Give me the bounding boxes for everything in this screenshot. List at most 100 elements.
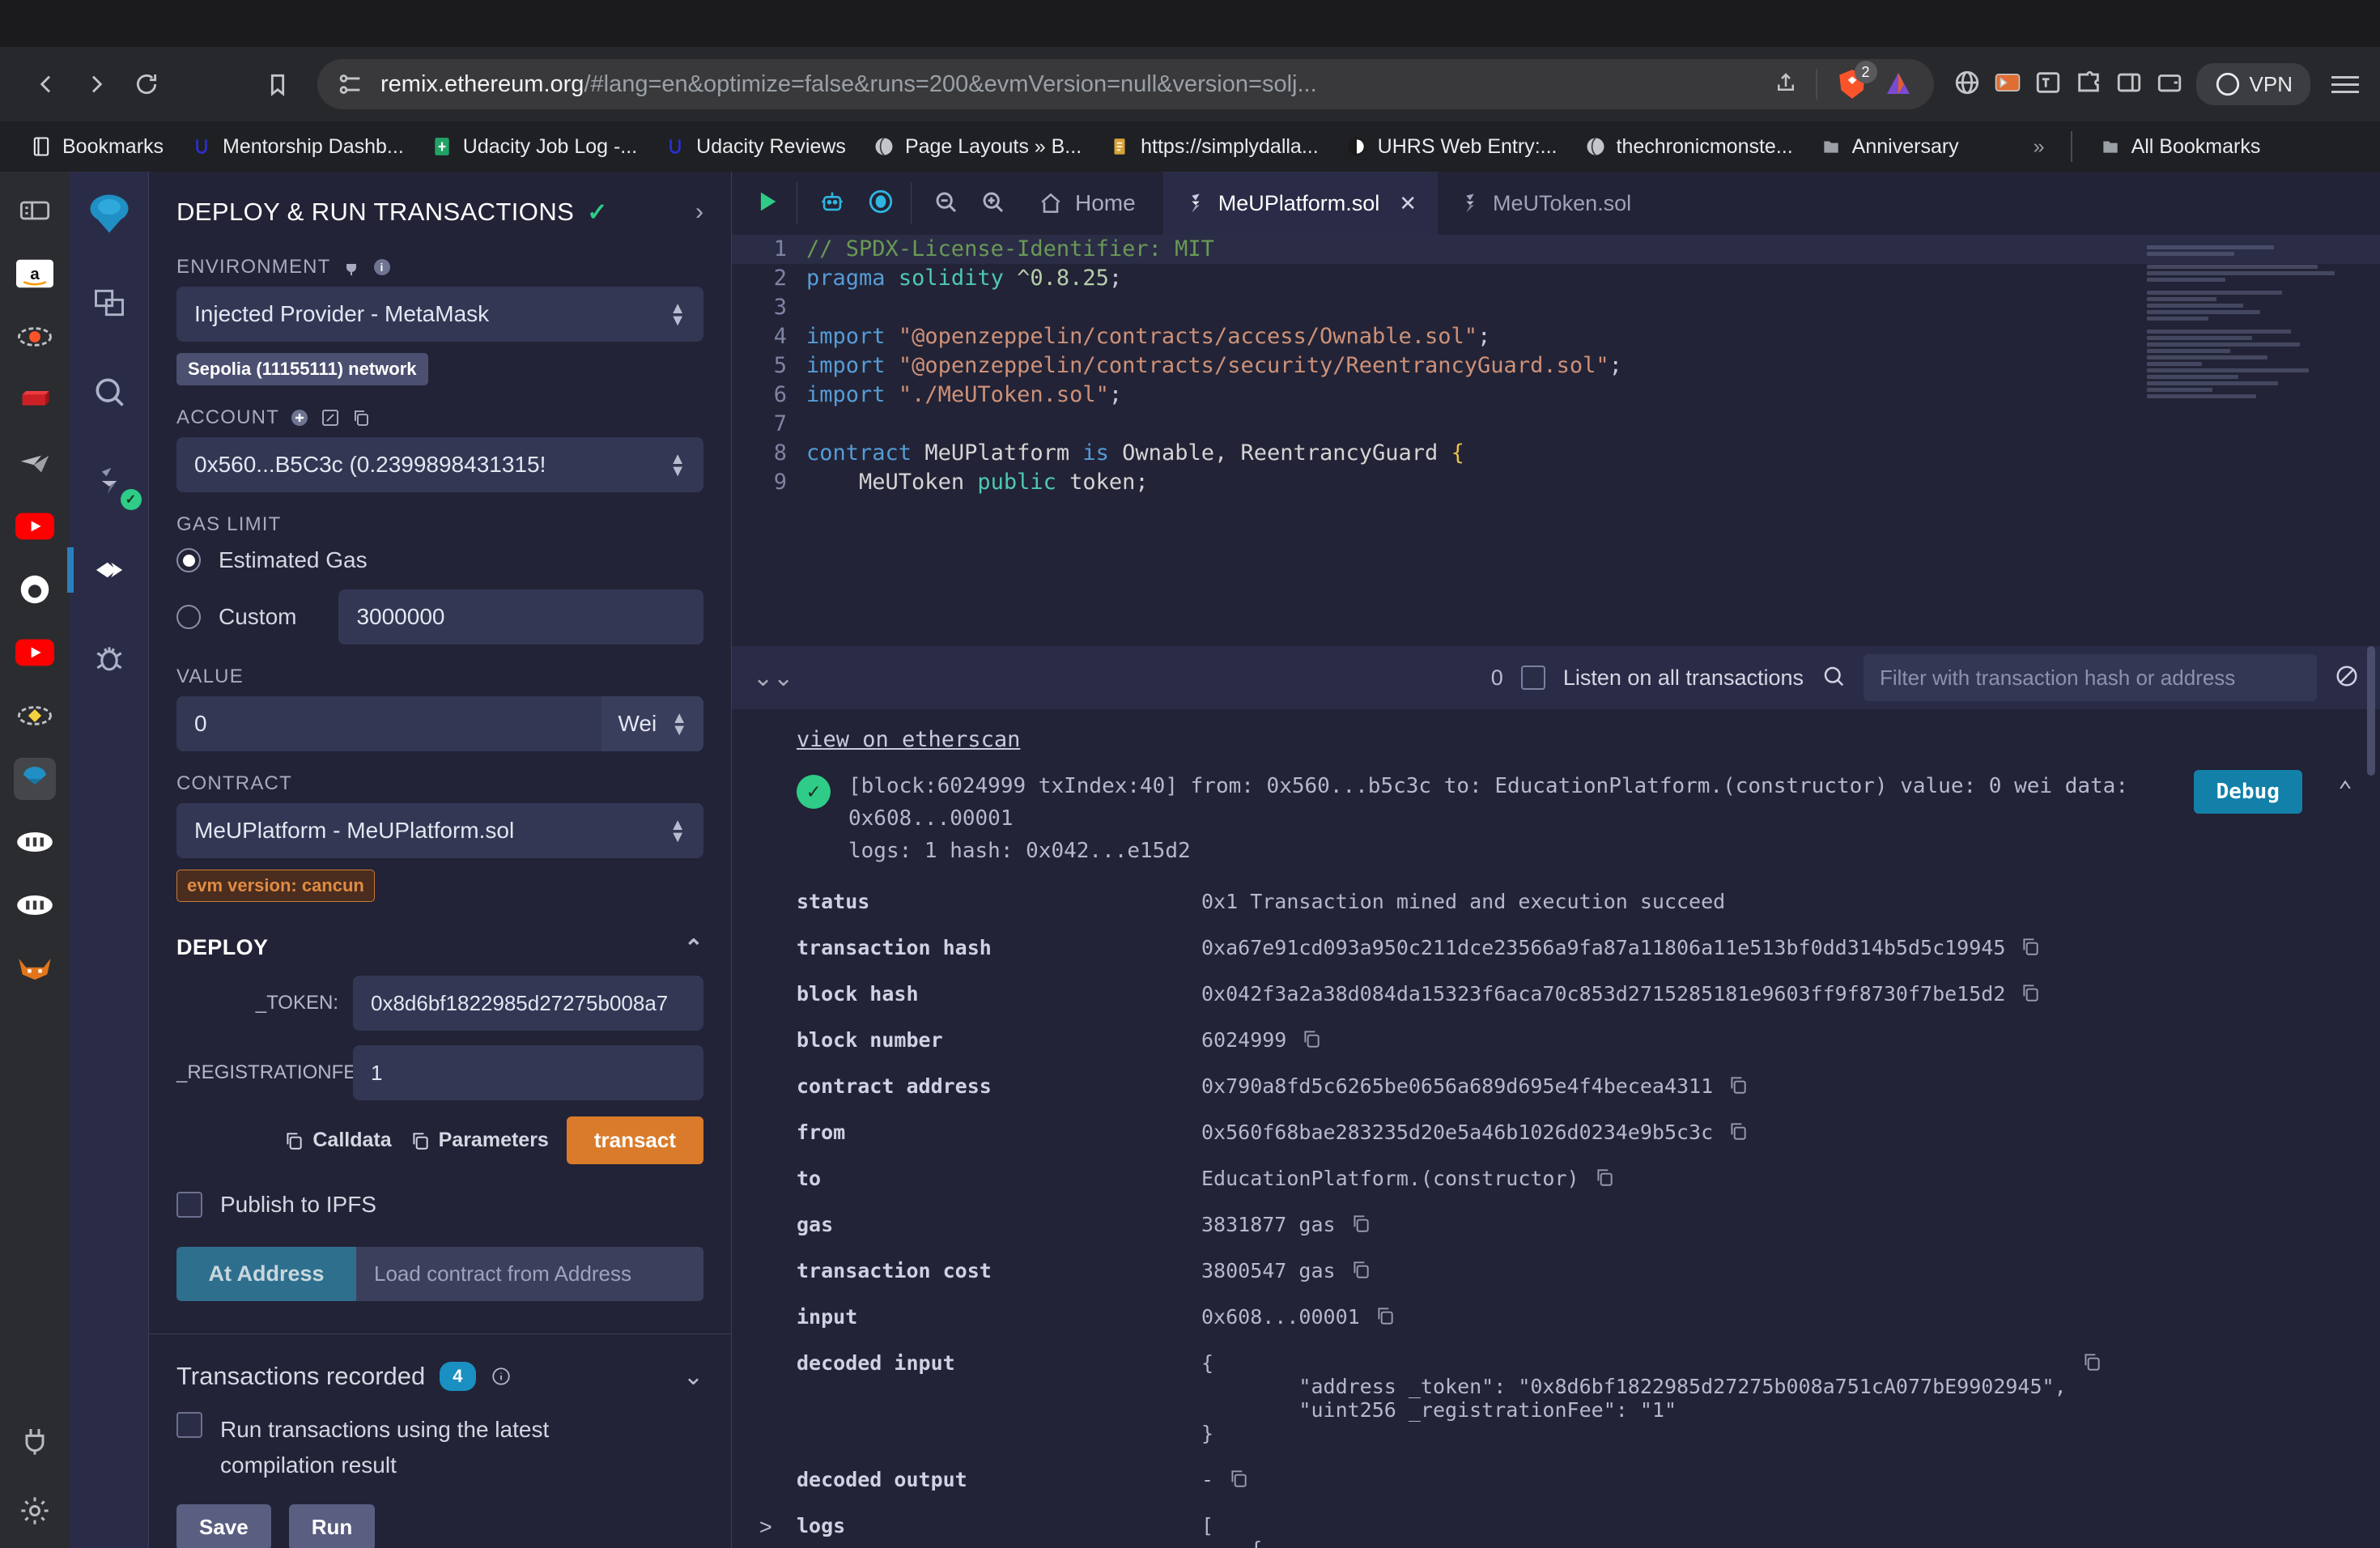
chevron-up-icon[interactable]: ⌃ — [684, 934, 703, 961]
run-latest-checkbox[interactable] — [176, 1412, 202, 1438]
solidity-compiler-icon[interactable]: ✓ — [82, 453, 142, 510]
site-settings-icon[interactable] — [337, 70, 364, 98]
bookmark-item-uhrs[interactable]: UHRS Web Entry:... — [1332, 130, 1570, 164]
profile-globe-icon[interactable] — [1953, 69, 1981, 100]
bookmark-item-mentorship[interactable]: Mentorship Dashb... — [176, 130, 417, 164]
zoom-out-icon[interactable] — [933, 189, 958, 219]
bookmark-folder-anniversary[interactable]: Anniversary — [1806, 130, 1972, 164]
file-explorer-icon[interactable] — [82, 275, 137, 330]
all-bookmarks-button[interactable]: All Bookmarks — [2085, 130, 2274, 164]
zoom-in-icon[interactable] — [980, 189, 1005, 219]
code-content[interactable]: 1 // SPDX-License-Identifier: MIT 2 pragma … — [732, 235, 2380, 646]
fox-extension-icon[interactable] — [1994, 69, 2021, 100]
copy-icon[interactable] — [1228, 1468, 1249, 1489]
address-bar[interactable]: remix.ethereum.org/#lang=en&optimize=fal… — [317, 59, 1934, 109]
copy-icon[interactable] — [1594, 1167, 1615, 1188]
wallet-icon[interactable] — [2156, 69, 2183, 100]
close-icon[interactable]: ✕ — [1399, 191, 1417, 216]
chevron-right-icon[interactable]: › — [695, 198, 703, 226]
sidebar-item-deploy-run[interactable] — [66, 542, 137, 598]
search-icon[interactable] — [1821, 664, 1846, 692]
sign-message-icon[interactable] — [320, 407, 341, 428]
copy-icon[interactable] — [1301, 1028, 1322, 1049]
info-icon[interactable]: i — [372, 257, 393, 278]
clear-terminal-icon[interactable] — [2335, 664, 2359, 692]
bookmark-item-bookmarks[interactable]: Bookmarks — [16, 130, 176, 164]
terminal-output[interactable]: view on etherscan ✓ [block:6024999 txInd… — [732, 709, 2380, 1548]
value-unit-select[interactable]: Wei ▲ ▼ — [601, 696, 703, 751]
environment-select[interactable]: Injected Provider - MetaMask ▲ ▼ — [176, 287, 703, 342]
gas-custom-option[interactable]: Custom 3000000 — [176, 589, 703, 644]
copy-icon[interactable] — [1350, 1259, 1371, 1280]
tab-meutoken-sol[interactable]: MeUToken.sol — [1438, 172, 1652, 235]
opera-icon-2[interactable] — [14, 884, 56, 926]
publish-ipfs-checkbox[interactable] — [176, 1192, 202, 1218]
youtube-icon-2[interactable] — [14, 632, 56, 674]
transaction-summary-row[interactable]: ✓ [block:6024999 txIndex:40] from: 0x560… — [797, 770, 2352, 867]
add-account-icon[interactable] — [289, 407, 310, 428]
run-latest-compilation-row[interactable]: Run transactions using the latest compil… — [176, 1412, 703, 1483]
amazon-icon[interactable]: a — [14, 253, 56, 295]
copy-icon[interactable] — [2081, 1351, 2102, 1372]
run-script-icon[interactable] — [753, 188, 780, 219]
paper-plane-icon[interactable] — [14, 442, 56, 484]
chevron-down-icon[interactable]: ⌄ — [683, 1363, 703, 1391]
publish-ipfs-row[interactable]: Publish to IPFS — [176, 1192, 703, 1218]
brave-rewards-icon[interactable] — [14, 316, 56, 358]
load-contract-input[interactable]: Load contract from Address — [356, 1247, 703, 1301]
extensions-puzzle-icon[interactable] — [2075, 69, 2102, 100]
gear-icon[interactable] — [14, 1490, 56, 1532]
at-address-button[interactable]: At Address — [176, 1247, 356, 1301]
radio-custom-gas[interactable] — [176, 605, 201, 629]
terminal-scrollbar[interactable] — [2367, 646, 2375, 776]
copy-icon[interactable] — [2020, 982, 2041, 1003]
value-input[interactable]: 0 — [176, 696, 602, 751]
metamask-fox-icon[interactable] — [14, 947, 56, 989]
transact-button[interactable]: transact — [566, 1116, 703, 1164]
share-icon[interactable] — [1774, 70, 1798, 99]
copy-icon[interactable] — [1728, 1074, 1749, 1095]
bookmark-item-page-layouts[interactable]: Page Layouts » B... — [859, 130, 1094, 164]
token-input[interactable]: 0x8d6bf1822985d27275b008a7 — [353, 976, 703, 1031]
search-icon[interactable] — [82, 364, 137, 419]
home-tab-button[interactable]: Home — [1026, 190, 1147, 216]
account-select[interactable]: 0x560...B5C3c (0.2399898431315! ▲ ▼ — [176, 437, 703, 492]
vpn-button[interactable]: VPN — [2195, 63, 2310, 105]
bookmark-item-udacity-reviews[interactable]: Udacity Reviews — [650, 130, 859, 164]
translate-icon[interactable] — [2034, 69, 2062, 100]
ai-toggle-icon[interactable] — [867, 188, 895, 219]
opera-icon[interactable] — [14, 821, 56, 863]
listen-all-transactions-checkbox[interactable] — [1520, 666, 1545, 690]
reload-button[interactable] — [121, 59, 172, 109]
save-button[interactable]: Save — [176, 1504, 271, 1548]
contract-select[interactable]: MeUPlatform - MeUPlatform.sol ▲ ▼ — [176, 803, 703, 858]
chevron-double-down-icon[interactable]: ⌄⌄ — [753, 664, 793, 692]
plugin-icon[interactable] — [14, 1420, 56, 1462]
debug-button[interactable]: Debug — [2193, 770, 2302, 814]
info-icon[interactable] — [491, 1366, 512, 1387]
bookmark-this-page-icon[interactable] — [253, 59, 303, 109]
brave-shields-icon[interactable]: 2 — [1835, 61, 1877, 101]
remix-logo-icon[interactable] — [82, 186, 137, 241]
tab-meuplatform-sol[interactable]: MeUPlatform.sol ✕ — [1162, 172, 1439, 235]
back-button[interactable] — [21, 59, 71, 109]
terminal-prompt[interactable]: > — [759, 1515, 772, 1540]
gas-custom-input[interactable]: 3000000 — [338, 589, 703, 644]
copy-calldata-button[interactable]: Calldata — [283, 1129, 392, 1152]
forward-button[interactable] — [71, 59, 121, 109]
youtube-icon[interactable] — [14, 505, 56, 547]
copy-icon[interactable] — [1728, 1121, 1749, 1142]
transaction-filter-input[interactable]: Filter with transaction hash or address — [1864, 654, 2317, 701]
sidebar-toggle-icon[interactable] — [14, 189, 56, 232]
copy-icon[interactable] — [2020, 936, 2041, 957]
red-book-icon[interactable] — [14, 379, 56, 421]
debugger-icon[interactable] — [82, 632, 137, 687]
ai-assistant-icon[interactable] — [818, 188, 846, 219]
bookmark-item-job-log[interactable]: Udacity Job Log -... — [417, 130, 650, 164]
registrationfee-input[interactable]: 1 — [353, 1045, 703, 1100]
split-view-icon[interactable] — [2115, 69, 2143, 100]
radio-estimated-gas[interactable] — [176, 548, 201, 572]
browser-menu-button[interactable] — [2331, 75, 2359, 93]
extension-icon[interactable] — [1882, 68, 1915, 100]
view-on-etherscan-link[interactable]: view on etherscan — [797, 727, 1020, 752]
